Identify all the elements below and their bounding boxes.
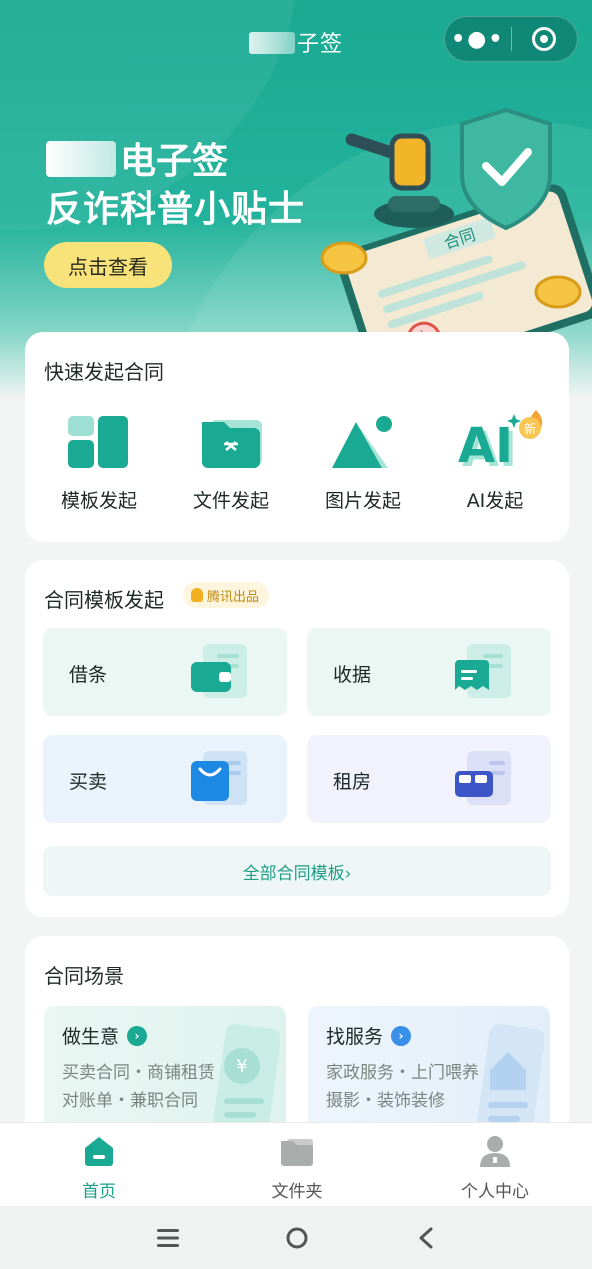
template-tile-receipt[interactable]: 收据	[307, 628, 551, 716]
home-icon	[85, 1137, 113, 1166]
quick-start-title: 快速发起合同	[44, 360, 164, 384]
system-nav-bar	[0, 1206, 592, 1269]
tencent-badge: 腾讯出品	[183, 582, 270, 608]
home-button[interactable]	[267, 1220, 327, 1256]
back-button[interactable]	[396, 1220, 456, 1256]
scenario-title: 合同场景	[44, 964, 124, 988]
image-icon	[328, 412, 398, 472]
scenario-line: 家政服务・上门喂养	[326, 1063, 479, 1083]
tile-label: 收据	[333, 664, 372, 686]
quick-item-label: 图片发起	[324, 490, 401, 512]
template-title: 合同模板发起	[44, 588, 164, 612]
target-icon	[532, 27, 557, 51]
bell-icon	[191, 588, 203, 602]
hero-subtitle: 反诈科普小贴士	[46, 189, 306, 230]
chevron-right-icon: ›	[391, 1025, 412, 1046]
scenario-line: 对账单・兼职合同	[62, 1091, 198, 1111]
quick-item-label: 文件发起	[192, 490, 269, 512]
scenario-title-service: 找服务 ›	[326, 1022, 412, 1049]
template-card: 合同模板发起 腾讯出品 借条 收据 买卖 租房 全部合同模板›	[25, 560, 569, 917]
redacted-name	[248, 32, 295, 54]
quick-item-template[interactable]: 模板发起	[31, 412, 167, 522]
scenario-line: 买卖合同・商铺租赁	[62, 1063, 215, 1083]
quick-start-card: 快速发起合同 模板发起 文件发起 图片发起 AI AI 新 AI发起	[25, 332, 569, 542]
quick-item-image[interactable]: 图片发起	[295, 412, 431, 522]
tile-label: 租房	[333, 771, 372, 793]
chevron-right-icon: ›	[127, 1025, 148, 1046]
quick-item-label: AI发起	[466, 490, 524, 512]
wallet-icon	[191, 644, 247, 698]
all-templates-button[interactable]: 全部合同模板›	[43, 846, 551, 896]
badge-label: 腾讯出品	[207, 589, 260, 605]
back-icon	[419, 1227, 433, 1249]
tile-label: 借条	[69, 664, 108, 686]
more-menu-button[interactable]: •●•	[445, 16, 511, 62]
tab-label: 个人中心	[461, 1182, 529, 1202]
svg-text:AI: AI	[458, 418, 513, 470]
view-tips-button[interactable]: 点击查看	[44, 242, 172, 288]
receipt-icon	[455, 644, 511, 698]
tab-folder[interactable]: 文件夹	[232, 1133, 362, 1203]
scenario-line: 摄影・装饰装修	[326, 1091, 445, 1111]
template-tile-sale[interactable]: 买卖	[43, 735, 287, 823]
contract-illustration: 合同	[320, 107, 592, 336]
ai-icon: AI AI 新	[458, 410, 543, 472]
shopping-bag-icon	[191, 751, 247, 805]
user-icon	[480, 1136, 510, 1167]
template-tile-rent[interactable]: 租房	[307, 735, 551, 823]
new-badge: 新	[524, 421, 536, 436]
redacted-name	[46, 141, 116, 177]
scenario-title-business: 做生意 ›	[62, 1022, 148, 1049]
miniprogram-capsule: •●•	[444, 16, 578, 62]
folder-icon	[281, 1139, 313, 1166]
close-miniprogram-button[interactable]	[512, 16, 578, 62]
quick-item-file[interactable]: 文件发起	[163, 412, 299, 522]
tab-profile[interactable]: 个人中心	[430, 1133, 560, 1203]
circle-icon	[286, 1227, 308, 1249]
quick-item-label: 模板发起	[60, 490, 137, 512]
tile-label: 买卖	[69, 771, 108, 793]
recent-apps-button[interactable]	[138, 1220, 198, 1256]
bed-icon	[455, 751, 511, 805]
svg-text:¥: ¥	[236, 1056, 247, 1077]
menu-icon	[157, 1229, 179, 1247]
template-tile-iou[interactable]: 借条	[43, 628, 287, 716]
hero-title: 电子签	[46, 132, 228, 184]
template-icon	[64, 412, 134, 472]
folder-icon	[196, 412, 266, 472]
tab-label: 首页	[82, 1182, 116, 1202]
tab-label: 文件夹	[271, 1182, 323, 1202]
tab-home[interactable]: 首页	[34, 1133, 164, 1203]
quick-item-ai[interactable]: AI AI 新 AI发起	[427, 410, 563, 522]
bottom-tab-bar: 首页 文件夹 个人中心	[0, 1122, 592, 1206]
